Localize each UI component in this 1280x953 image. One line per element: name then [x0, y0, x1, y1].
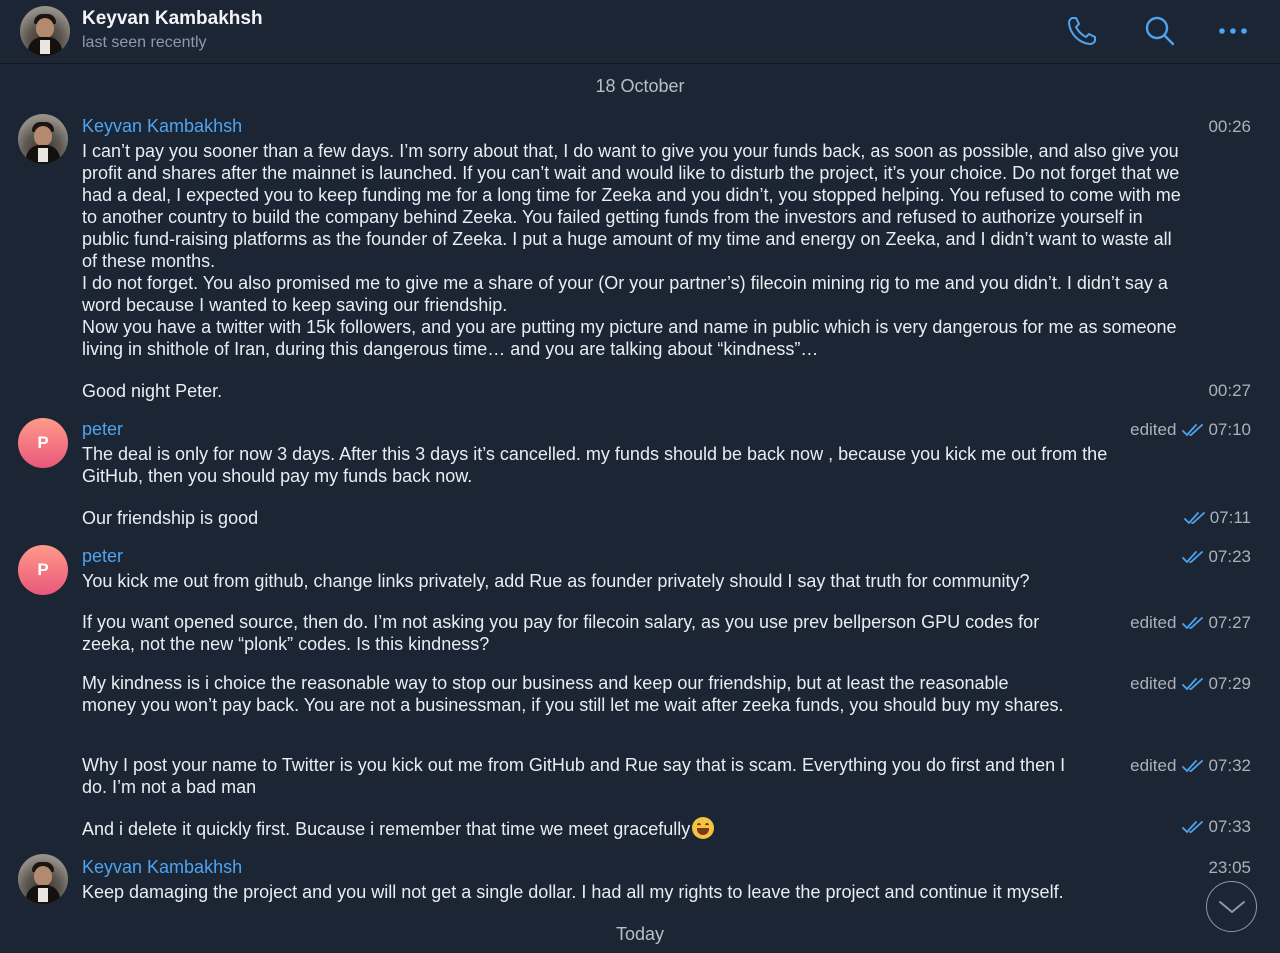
- message-text: Good night Peter.: [82, 381, 223, 401]
- sender-name[interactable]: Keyvan Kambakhsh: [82, 116, 242, 137]
- date-separator: 18 October: [595, 76, 685, 96]
- date-separator-today: Today: [615, 924, 665, 944]
- edited-label: edited: [1130, 613, 1177, 632]
- message-text: The deal is only for now 3 days. After t…: [82, 444, 1108, 486]
- edited-label: edited: [1130, 756, 1177, 775]
- contact-avatar[interactable]: [20, 6, 70, 56]
- message-meta: 07:33: [1182, 817, 1251, 837]
- chat-window: Keyvan Kambakhsh last seen recently 18 O…: [0, 0, 1280, 953]
- message-text: And i delete it quickly first. Bucause i…: [82, 817, 1082, 840]
- double-check-icon: [1182, 616, 1204, 630]
- double-check-icon: [1182, 677, 1204, 691]
- message-meta: edited 07:10: [1130, 420, 1251, 439]
- double-check-icon: [1182, 759, 1204, 773]
- message-time: 00:26: [1208, 117, 1251, 136]
- message-text: Our friendship is good: [82, 508, 259, 528]
- contact-status: last seen recently: [82, 34, 207, 51]
- sender-avatar[interactable]: [18, 114, 68, 164]
- sender-avatar[interactable]: P: [18, 418, 68, 468]
- phone-icon[interactable]: [1065, 14, 1099, 48]
- scroll-down-button[interactable]: [1206, 881, 1257, 932]
- double-check-icon: [1182, 820, 1204, 834]
- more-icon[interactable]: [1216, 14, 1250, 48]
- double-check-icon: [1182, 423, 1204, 437]
- sender-name[interactable]: peter: [82, 419, 123, 440]
- sender-avatar[interactable]: P: [18, 545, 68, 595]
- sender-name[interactable]: Keyvan Kambakhsh: [82, 857, 242, 878]
- message-meta: 07:23: [1182, 547, 1251, 567]
- sender-avatar[interactable]: [18, 854, 68, 904]
- chat-header[interactable]: Keyvan Kambakhsh last seen recently: [0, 0, 1280, 64]
- double-check-icon: [1182, 550, 1204, 564]
- sender-name[interactable]: peter: [82, 546, 123, 567]
- message-text: My kindness is i choice the reasonable w…: [82, 673, 1064, 715]
- message-meta: edited 07:29: [1130, 674, 1251, 693]
- grinning-face-emoji: [692, 817, 715, 839]
- edited-label: edited: [1130, 674, 1177, 693]
- message-time: 23:05: [1208, 858, 1251, 877]
- message-text: Keep damaging the project and you will n…: [82, 882, 1064, 902]
- message-time: 00:27: [1208, 381, 1251, 400]
- contact-name[interactable]: Keyvan Kambakhsh: [82, 8, 263, 30]
- message-text: I can’t pay you sooner than a few days. …: [82, 141, 1181, 359]
- message-meta: 07:11: [1183, 508, 1251, 528]
- message-text: You kick me out from github, change link…: [82, 571, 1030, 591]
- message-text: If you want opened source, then do. I’m …: [82, 612, 1040, 654]
- chevron-down-icon: [1218, 900, 1245, 913]
- message-meta: edited 07:32: [1130, 756, 1251, 775]
- double-check-icon: [1183, 511, 1206, 525]
- search-icon[interactable]: [1143, 14, 1177, 48]
- message-meta: edited 07:27: [1130, 613, 1251, 632]
- message-text: Why I post your name to Twitter is you k…: [82, 755, 1066, 797]
- edited-label: edited: [1130, 420, 1177, 439]
